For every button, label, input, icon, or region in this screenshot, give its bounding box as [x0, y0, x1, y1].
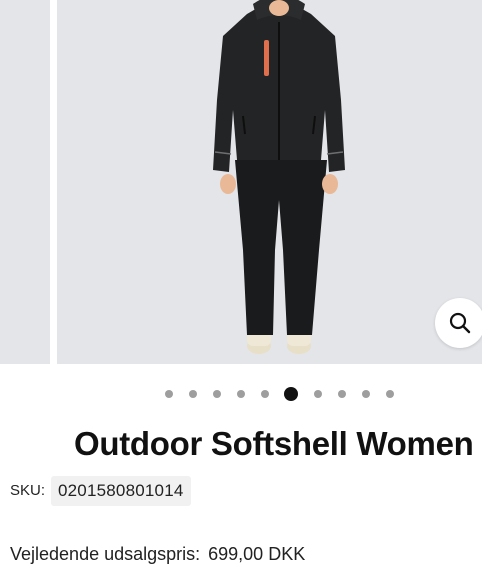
carousel-dot-3[interactable]: [213, 390, 221, 398]
price-value: 699,00 DKK: [208, 544, 306, 564]
carousel-dot-9[interactable]: [362, 390, 370, 398]
carousel-dot-5[interactable]: [261, 390, 269, 398]
sku-label: SKU:: [10, 482, 46, 499]
carousel-dot-1[interactable]: [165, 390, 173, 398]
price-label: Vejledende udsalgspris:: [10, 544, 201, 564]
carousel-dot-7[interactable]: [314, 390, 322, 398]
previous-slide-peek[interactable]: [0, 0, 50, 364]
carousel-dot-10[interactable]: [386, 390, 394, 398]
zoom-button[interactable]: [435, 298, 482, 348]
slide-divider: [50, 0, 57, 364]
sku-value: 0201580801014: [51, 476, 191, 506]
product-image-gallery[interactable]: [0, 0, 482, 364]
carousel-pagination: [0, 385, 482, 403]
carousel-dot-4[interactable]: [237, 390, 245, 398]
magnifier-icon: [449, 312, 471, 334]
product-image[interactable]: [57, 0, 482, 364]
carousel-dot-6-active[interactable]: [284, 387, 298, 401]
product-title: Outdoor Softshell Women: [74, 425, 474, 462]
product-photo-figure: [213, 0, 345, 354]
carousel-dot-8[interactable]: [338, 390, 346, 398]
price-row: Vejledende udsalgspris: 699,00 DKK: [10, 544, 305, 565]
carousel-dot-2[interactable]: [189, 390, 197, 398]
